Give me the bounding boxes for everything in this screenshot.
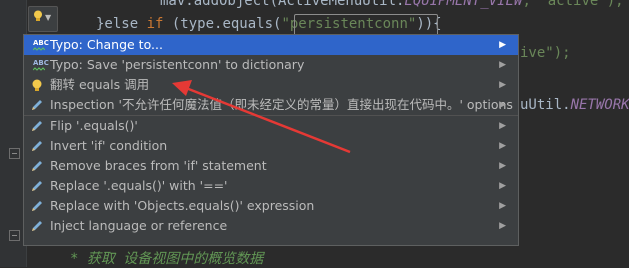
typo-icon: ABC bbox=[30, 58, 49, 72]
menu-item-invert-if[interactable]: Invert 'if' condition ▶ bbox=[24, 136, 518, 156]
pencil-icon bbox=[32, 161, 42, 171]
pencil-icon bbox=[32, 121, 42, 131]
pencil-icon bbox=[32, 141, 42, 151]
pencil-icon bbox=[32, 221, 42, 231]
typo-icon: ABC bbox=[30, 38, 49, 52]
code-line: ive"); bbox=[520, 45, 571, 61]
menu-item-inject-language[interactable]: Inject language or reference ▶ bbox=[24, 216, 518, 236]
code-line: mav.addObject(ActiveMenuUtil.EQUIPMENT_V… bbox=[160, 0, 624, 9]
menu-item-flip-equals-cn[interactable]: 翻转 equals 调用 ▶ bbox=[24, 75, 518, 95]
menu-item-remove-braces[interactable]: Remove braces from 'if' statement ▶ bbox=[24, 156, 518, 176]
intention-actions-popup: ABC Typo: Change to... ▶ ABC Typo: Save … bbox=[23, 34, 519, 246]
menu-item-objects-equals[interactable]: Replace with 'Objects.equals()' expressi… bbox=[24, 196, 518, 216]
pencil-icon bbox=[32, 100, 42, 110]
intention-bulb-button[interactable]: ▼ bbox=[28, 6, 58, 32]
menu-item-flip-equals[interactable]: Flip '.equals()' ▶ bbox=[24, 116, 518, 136]
pencil-icon bbox=[32, 181, 42, 191]
menu-item-typo-change[interactable]: ABC Typo: Change to... ▶ bbox=[24, 35, 518, 55]
submenu-arrow-icon: ▶ bbox=[499, 221, 506, 231]
fold-marker[interactable] bbox=[9, 148, 20, 159]
menu-item-inspection-options[interactable]: Inspection '不允许任何魔法值（即未经定义的常量）直接出现在代码中。'… bbox=[24, 95, 518, 115]
menu-item-replace-equals[interactable]: Replace '.equals()' with '==' ▶ bbox=[24, 176, 518, 196]
submenu-arrow-icon: ▶ bbox=[499, 181, 506, 191]
submenu-arrow-icon: ▶ bbox=[499, 60, 506, 70]
lightbulb-icon bbox=[34, 10, 42, 21]
submenu-arrow-icon: ▶ bbox=[499, 80, 506, 90]
menu-item-typo-save[interactable]: ABC Typo: Save 'persistentconn' to dicti… bbox=[24, 55, 518, 75]
lightbulb-icon bbox=[32, 79, 42, 91]
fold-marker[interactable] bbox=[9, 230, 20, 241]
submenu-arrow-icon: ▶ bbox=[499, 141, 506, 151]
submenu-arrow-icon: ▶ bbox=[499, 40, 506, 50]
highlighted-string bbox=[294, 14, 438, 36]
submenu-arrow-icon: ▶ bbox=[499, 161, 506, 171]
chevron-down-icon: ▼ bbox=[45, 13, 52, 22]
code-line: uUtil.NETWORK bbox=[520, 97, 629, 113]
submenu-arrow-icon: ▶ bbox=[499, 121, 506, 131]
submenu-arrow-icon: ▶ bbox=[499, 201, 506, 211]
submenu-arrow-icon: ▶ bbox=[499, 100, 506, 110]
pencil-icon bbox=[32, 201, 42, 211]
code-comment: * 获取 设备视图中的概览数据 bbox=[70, 251, 264, 267]
